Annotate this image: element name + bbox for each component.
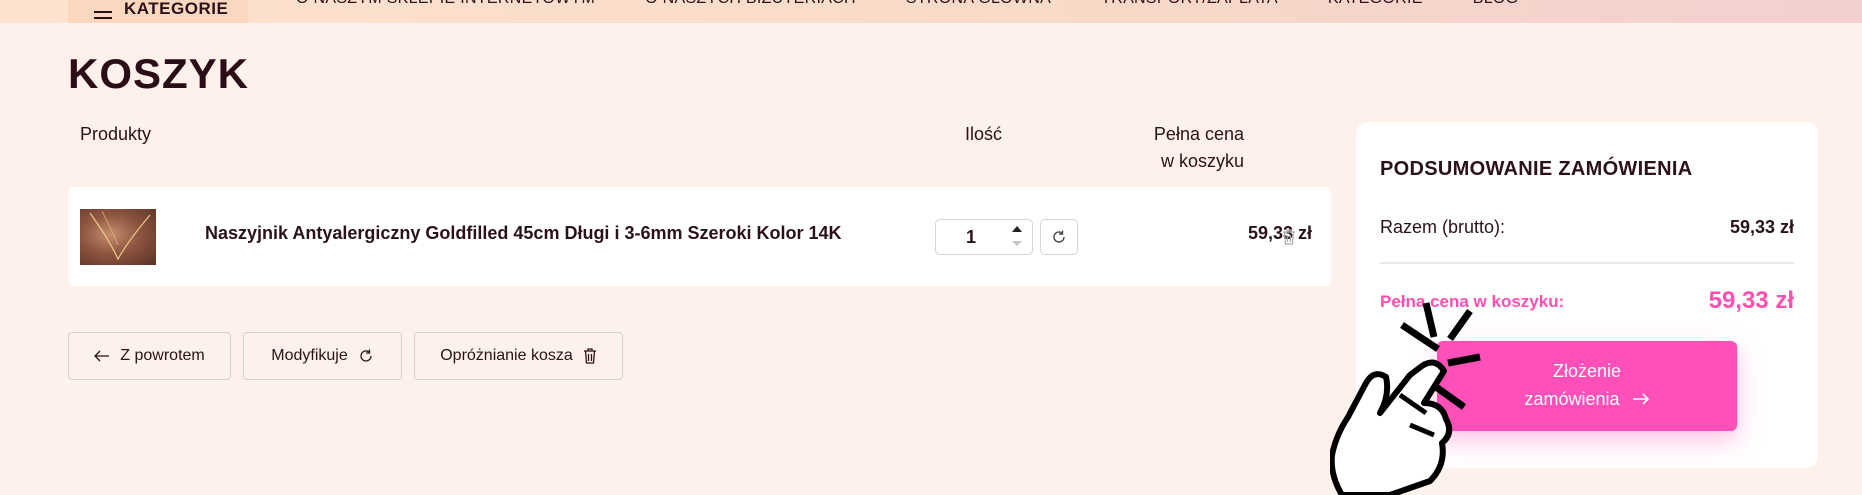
nav-link-blog[interactable]: BLOG <box>1473 0 1519 13</box>
total-value: 59,33 zł <box>1708 287 1794 314</box>
arrow-right-icon <box>1632 393 1649 405</box>
subtotal-value: 59,33 zł <box>1729 217 1794 237</box>
arrow-left-icon <box>94 350 110 362</box>
nav-links: O NASZYM SKLEPIE INTERNETOWYM O NASZYCH … <box>296 0 1518 23</box>
decrement-arrow-icon[interactable] <box>1012 241 1022 246</box>
place-order-line2-wrap: zamówienia <box>1524 385 1649 413</box>
empty-cart-button[interactable]: Opróżnianie kosza <box>414 332 623 380</box>
product-name[interactable]: Naszyjnik Antyalergiczny Goldfilled 45cm… <box>205 223 842 244</box>
header-quantity: Ilość <box>965 124 1003 144</box>
place-order-button[interactable]: Złożenie zamówienia <box>1437 341 1737 431</box>
increment-arrow-icon[interactable] <box>1012 226 1022 232</box>
nav-categories-label: KATEGORIE <box>124 0 229 18</box>
header-price-line1: Pełna cena <box>1153 124 1244 144</box>
product-thumbnail[interactable] <box>80 209 156 265</box>
nav-link-home[interactable]: STRONA GŁÓWNA <box>906 0 1051 13</box>
header-price-line2: w koszyku <box>1160 151 1244 171</box>
nav-categories-button[interactable]: KATEGORIE <box>68 0 248 23</box>
menu-icon <box>94 11 112 19</box>
header-price: Pełna cena w koszyku <box>1110 121 1244 175</box>
summary-title: PODSUMOWANIE ZAMÓWIENIA <box>1380 158 1693 180</box>
nav-link-about-shop[interactable]: O NASZYM SKLEPIE INTERNETOWYM <box>296 0 595 13</box>
place-order-line2: zamówienia <box>1524 389 1620 409</box>
nav-link-shipping[interactable]: TRANSPORT/ZAPŁATA <box>1101 0 1278 13</box>
trash-icon <box>1283 229 1295 245</box>
modify-button[interactable]: Modyfikuje <box>243 332 402 380</box>
back-button[interactable]: Z powrotem <box>68 332 231 380</box>
summary-divider <box>1380 262 1794 264</box>
subtotal-label: Razem (brutto): <box>1380 217 1506 237</box>
remove-item-button[interactable] <box>1279 226 1299 248</box>
modify-button-label: Modyfikuje <box>271 347 348 364</box>
empty-cart-button-label: Opróżnianie kosza <box>440 347 573 364</box>
nav-link-about-jewelry[interactable]: O NASZYCH BIŻUTERIACH <box>645 0 856 13</box>
refresh-icon <box>1053 230 1065 243</box>
place-order-line1: Złożenie <box>1552 361 1622 381</box>
quantity-value[interactable]: 1 <box>936 220 1006 254</box>
refresh-icon <box>360 349 372 362</box>
trash-icon <box>583 348 596 364</box>
quantity-stepper[interactable]: 1 <box>935 219 1033 255</box>
nav-link-categories[interactable]: KATEGORIE <box>1328 0 1423 13</box>
top-navigation: KATEGORIE O NASZYM SKLEPIE INTERNETOWYM … <box>0 0 1862 23</box>
cart-item-row: Naszyjnik Antyalergiczny Goldfilled 45cm… <box>68 187 1331 286</box>
header-products: Produkty <box>80 124 152 144</box>
page-title: KOSZYK <box>68 50 250 97</box>
back-button-label: Z powrotem <box>120 347 205 364</box>
refresh-quantity-button[interactable] <box>1040 219 1078 255</box>
total-label: Pełna cena w koszyku: <box>1380 292 1565 311</box>
